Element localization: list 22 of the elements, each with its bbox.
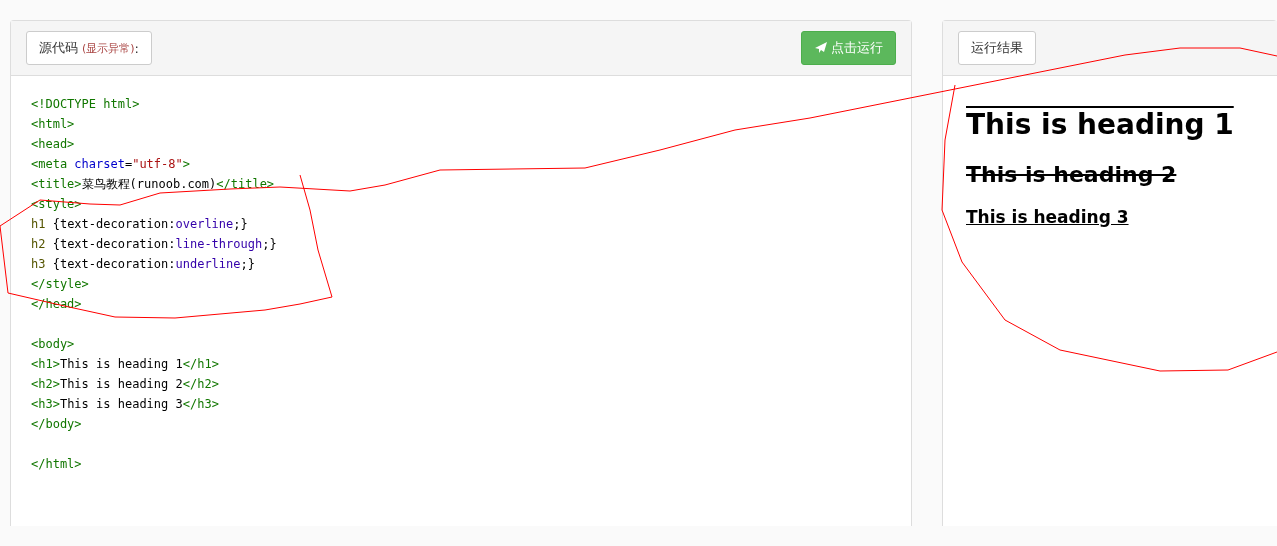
code-line: <meta charset="utf-8"> bbox=[31, 156, 191, 173]
code-line: <html> bbox=[31, 116, 76, 133]
source-code-label: 源代码 (显示异常): bbox=[26, 31, 152, 65]
code-line: </body> bbox=[31, 416, 83, 433]
code-line: h1 {text-decoration:overline;} bbox=[31, 216, 249, 233]
code-line: h3 {text-decoration:underline;} bbox=[31, 256, 256, 273]
code-line: </style> bbox=[31, 276, 90, 293]
code-line: <title>菜鸟教程(runoob.com)</title> bbox=[31, 176, 276, 193]
code-line: h2 {text-decoration:line-through;} bbox=[31, 236, 278, 253]
result-heading: This is heading 3 bbox=[966, 206, 1129, 227]
result-label: 运行结果 bbox=[958, 31, 1036, 65]
result-heading: This is heading 2 bbox=[966, 161, 1177, 187]
code-line: <h2>This is heading 2</h2> bbox=[31, 376, 220, 393]
result-heading: This is heading 1 bbox=[966, 108, 1234, 142]
code-line: <h3>This is heading 3</h3> bbox=[31, 396, 220, 413]
run-button[interactable]: 点击运行 bbox=[801, 31, 896, 65]
code-line: <head> bbox=[31, 136, 76, 153]
paper-plane-icon bbox=[814, 41, 828, 55]
code-line: <h1>This is heading 1</h1> bbox=[31, 356, 220, 373]
code-line: </html> bbox=[31, 456, 83, 473]
code-line: <body> bbox=[31, 336, 76, 353]
code-line: <!DOCTYPE html> bbox=[31, 96, 141, 113]
